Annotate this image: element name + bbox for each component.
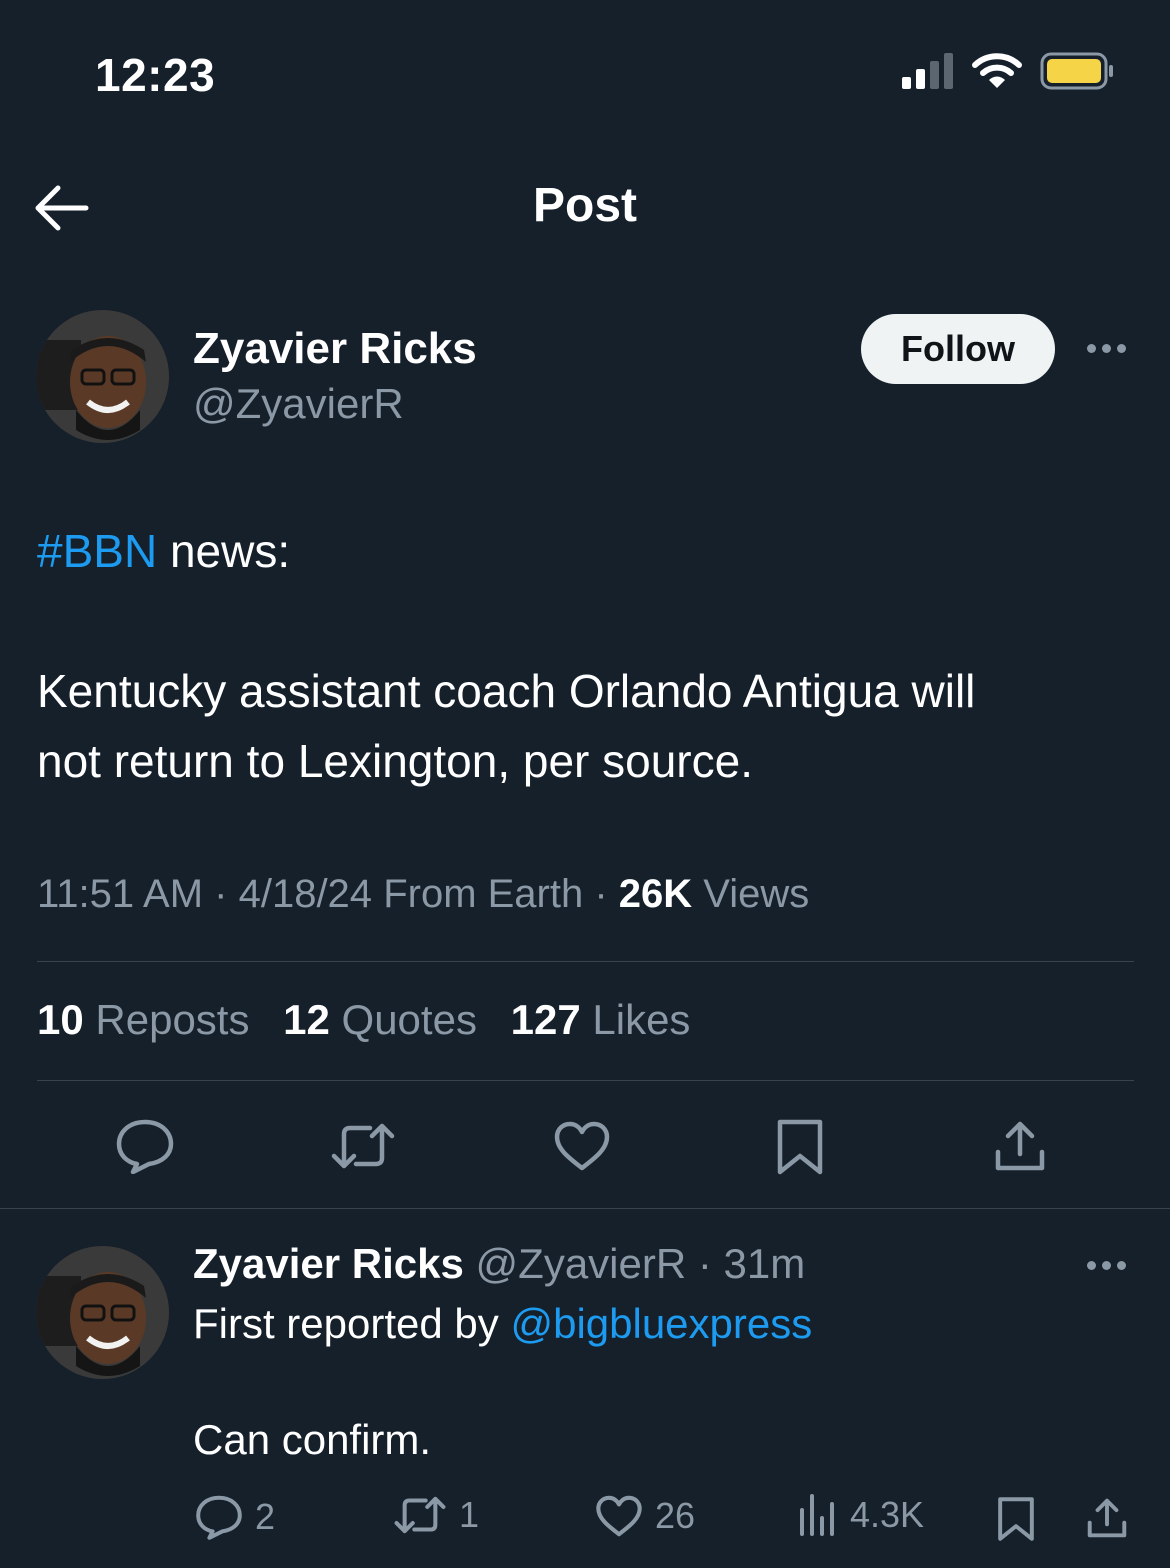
divider: [37, 1080, 1134, 1081]
reply-icon: [196, 1495, 242, 1540]
reply-text-line-1: First reported by @bigbluexpress: [193, 1300, 812, 1348]
follow-button[interactable]: Follow: [861, 314, 1055, 384]
post-stats: 10 Reposts 12 Quotes 127 Likes: [37, 996, 690, 1044]
repost-icon[interactable]: [330, 1120, 396, 1172]
reply-replies-count: 2: [255, 1496, 276, 1537]
reposts-label: Reposts: [95, 996, 250, 1043]
reply-header: Zyavier Ricks @ZyavierR · 31m: [193, 1240, 806, 1287]
reply-icon[interactable]: [115, 1118, 175, 1174]
battery-icon: [1040, 52, 1113, 90]
reply-views-count: 4.3K: [850, 1494, 925, 1535]
status-bar: 12:23: [0, 0, 1170, 150]
post-date: 4/18/24: [238, 872, 373, 916]
avatar-image: [36, 310, 169, 443]
mention-link[interactable]: @bigbluexpress: [510, 1300, 812, 1347]
post-location: From Earth: [383, 872, 584, 916]
reply-repost-action[interactable]: 1: [393, 1494, 479, 1536]
reply-views-action[interactable]: 4.3K: [798, 1494, 924, 1536]
quotes-label: Quotes: [341, 996, 477, 1043]
quotes-stat[interactable]: 12 Quotes: [283, 996, 477, 1043]
cellular-signal-icon: [902, 53, 953, 89]
status-time: 12:23: [95, 49, 216, 101]
quotes-count: 12: [283, 996, 330, 1043]
reply-like-action[interactable]: 26: [595, 1494, 695, 1538]
views-bar-chart-icon: [800, 1494, 834, 1536]
post-text-span: news:: [157, 525, 291, 577]
likes-count: 127: [510, 996, 581, 1043]
reply-age: 31m: [723, 1240, 806, 1287]
likes-label: Likes: [592, 996, 691, 1043]
reposts-stat[interactable]: 10 Reposts: [37, 996, 249, 1043]
reply-author-handle[interactable]: @ZyavierR: [476, 1240, 687, 1287]
reply-author-avatar[interactable]: [36, 1246, 169, 1379]
reply-text-line-2: Can confirm.: [193, 1416, 432, 1463]
post-text-line-3: not return to Lexington, per source.: [37, 735, 753, 787]
section-divider: [0, 1208, 1170, 1209]
reply-author-name[interactable]: Zyavier Ricks: [193, 1240, 464, 1287]
post-text-line-1: #BBN news:: [37, 516, 1137, 586]
post-text-line-2: Kentucky assistant coach Orlando Antigua…: [37, 665, 976, 717]
author-handle[interactable]: @ZyavierR: [193, 380, 404, 428]
hashtag-link[interactable]: #BBN: [37, 525, 157, 577]
views-count: 26K: [618, 872, 693, 916]
avatar-image: [36, 1246, 169, 1379]
repost-icon: [394, 1496, 446, 1534]
like-heart-icon[interactable]: [553, 1120, 611, 1172]
reply-reply-action[interactable]: 2: [195, 1494, 275, 1540]
bookmark-icon[interactable]: [776, 1118, 824, 1176]
reply-likes-count: 26: [655, 1495, 696, 1536]
views-label: Views: [703, 872, 810, 916]
wifi-icon: [972, 53, 1022, 88]
reply-share-icon[interactable]: [1085, 1496, 1129, 1540]
reply-more-options-icon[interactable]: [1087, 1261, 1126, 1270]
post-meta: 11:51 AM · 4/18/24 From Earth · 26K View…: [37, 872, 810, 916]
like-heart-icon: [596, 1495, 642, 1537]
page-title: Post: [532, 179, 637, 232]
author-avatar[interactable]: [36, 310, 169, 443]
reply-bookmark-icon[interactable]: [997, 1496, 1035, 1542]
author-name[interactable]: Zyavier Ricks: [193, 324, 477, 374]
likes-stat[interactable]: 127 Likes: [511, 996, 691, 1043]
reply-text-span: First reported by: [193, 1300, 511, 1347]
more-options-icon[interactable]: [1087, 344, 1126, 353]
status-icons: [902, 52, 1114, 90]
divider: [37, 961, 1134, 962]
share-icon[interactable]: [992, 1118, 1048, 1174]
post-time: 11:51 AM: [37, 872, 204, 916]
reply-reposts-count: 1: [459, 1494, 480, 1535]
reposts-count: 10: [37, 996, 84, 1043]
